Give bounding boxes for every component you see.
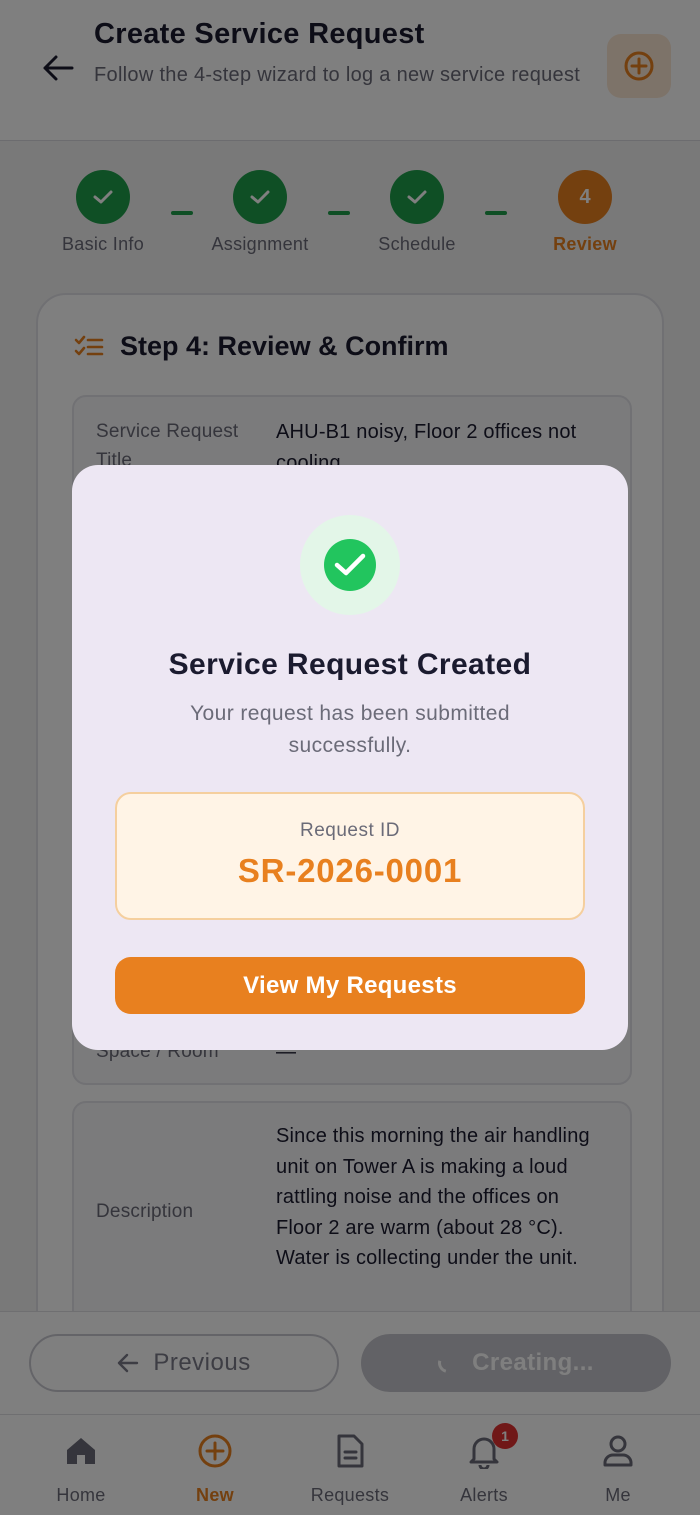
success-modal: Service Request Created Your request has… <box>72 465 628 1050</box>
success-badge <box>300 515 400 615</box>
request-id-box: Request ID SR-2026-0001 <box>115 792 585 920</box>
modal-message: Your request has been submitted successf… <box>190 702 510 757</box>
check-circle-icon <box>334 553 366 576</box>
request-id-label: Request ID <box>299 820 401 841</box>
request-id-value: SR-2026-0001 <box>237 852 463 889</box>
view-my-requests-button[interactable]: View My Requests <box>115 957 585 1014</box>
modal-title: Service Request Created <box>168 648 532 681</box>
